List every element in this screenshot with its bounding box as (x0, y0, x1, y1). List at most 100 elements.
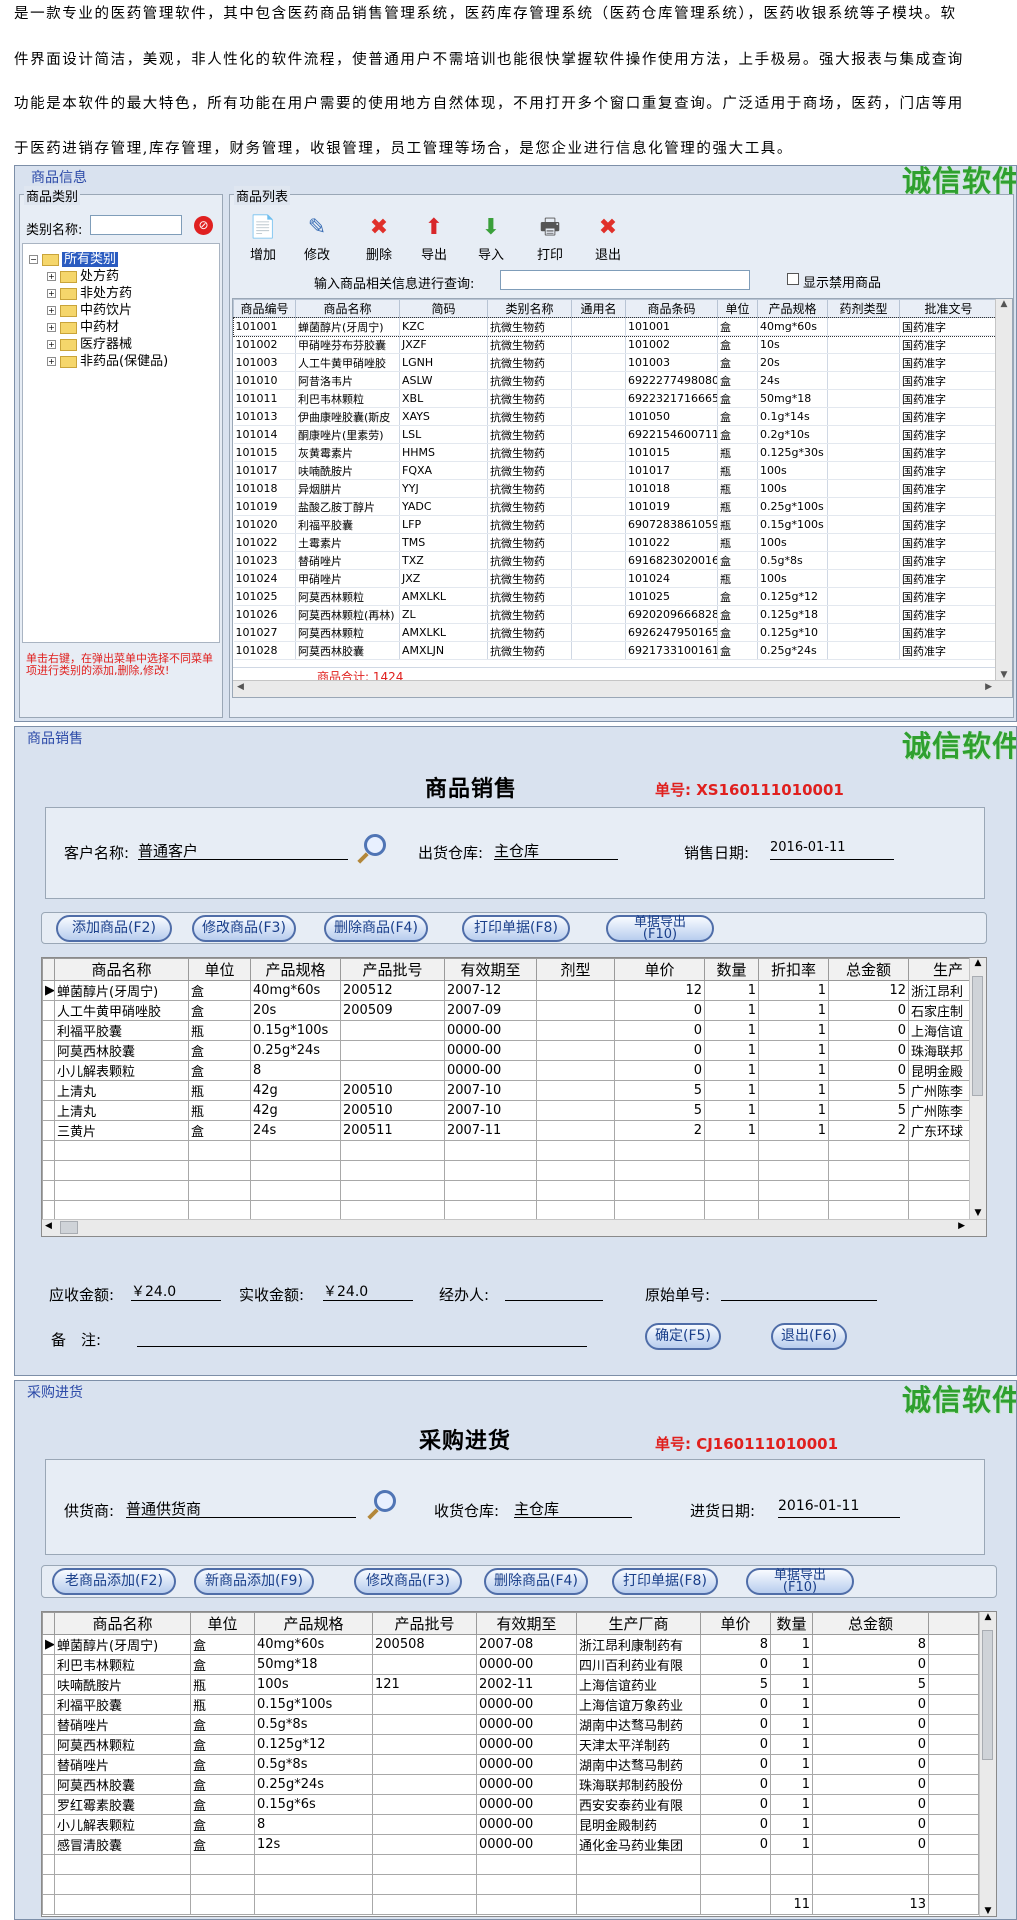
table-row[interactable]: 人工牛黄甲硝唑胶盒 20s 200509 2007-09 0 1 1 0 石家庄制 (42, 1000, 986, 1021)
table-cell[interactable] (536, 1080, 615, 1101)
table-cell[interactable]: 1 (770, 1694, 813, 1715)
supplier-input[interactable]: 普通供货商 (126, 1498, 356, 1518)
receive-warehouse-input[interactable]: 主仓库 (514, 1498, 632, 1518)
table-cell[interactable]: 瓶 (190, 1674, 255, 1695)
table-cell[interactable]: 1 (704, 1060, 759, 1081)
table-cell[interactable]: 2007-10 (444, 1080, 537, 1101)
table-cell[interactable]: 200512 (340, 980, 445, 1001)
table-cell[interactable] (372, 1714, 477, 1735)
search-icon[interactable] (374, 1490, 396, 1512)
scroll-up-icon[interactable]: ▲ (970, 958, 986, 968)
remark-input[interactable] (137, 1327, 587, 1347)
table-cell[interactable]: 0.15g*100s (254, 1694, 373, 1715)
received-input[interactable]: ￥24.0 (323, 1281, 413, 1301)
table-cell[interactable]: 瓶 (190, 1694, 255, 1715)
table-cell[interactable]: 盒 (188, 1060, 251, 1081)
table-cell[interactable]: 0.15g*6s (254, 1794, 373, 1815)
delete-goods-button[interactable]: 删除商品(F4) (324, 915, 428, 942)
table-cell[interactable]: 0 (614, 1000, 705, 1021)
table-cell[interactable]: 通化金马药业集团 (576, 1834, 701, 1855)
table-row[interactable]: 101024 甲硝唑片 JXZ 抗微生物药 101024 瓶 100s 国药准字 (233, 569, 998, 588)
table-row[interactable]: 上清丸瓶 42g 200510 2007-10 5 1 1 5 广州陈李 (42, 1080, 986, 1101)
table-cell[interactable]: 阿莫西林胶囊 (54, 1774, 191, 1795)
column-header[interactable]: 商品名称 (54, 958, 189, 981)
column-header[interactable]: 商品编号 (233, 299, 296, 318)
table-cell[interactable] (536, 1100, 615, 1121)
table-cell[interactable]: 1 (770, 1714, 813, 1735)
table-row[interactable]: 101010 阿昔洛韦片 ASLW 抗微生物药 6922277498080 盒 24s 国药准… (233, 371, 998, 390)
add-old-goods-button[interactable]: 老商品添加(F2) (52, 1568, 176, 1595)
table-row[interactable]: 罗红霉素胶囊盒 0.15g*6s 0000-00 西安安泰药业有限 0 1 0 (42, 1794, 979, 1815)
table-cell[interactable]: 1 (704, 1000, 759, 1021)
table-cell[interactable]: 12 (828, 980, 909, 1001)
table-cell[interactable]: 1 (770, 1734, 813, 1755)
edit-goods-button[interactable]: 修改商品(F3) (354, 1568, 462, 1595)
table-cell[interactable]: 0000-00 (476, 1834, 577, 1855)
print-button[interactable]: 打印单据(F8) (462, 915, 570, 942)
table-cell[interactable]: 1 (770, 1794, 813, 1815)
table-cell[interactable]: 盒 (190, 1734, 255, 1755)
table-row[interactable]: 101003 人工牛黄甲硝唑胶 LGNH 抗微生物药 101003 盒 20s 国药准字 (233, 353, 998, 372)
origin-order-input[interactable] (721, 1281, 877, 1301)
sales-vertical-scrollbar[interactable]: ▲ ▼ (969, 958, 986, 1220)
table-cell[interactable]: 0 (700, 1834, 771, 1855)
table-cell[interactable]: 0 (828, 1060, 909, 1081)
table-cell[interactable]: 2007-12 (444, 980, 537, 1001)
toolbar-button-delete[interactable]: ✖ 删除 (350, 215, 408, 263)
table-cell[interactable]: 1 (770, 1754, 813, 1775)
column-header[interactable]: 批准文号 (899, 299, 998, 318)
table-cell[interactable]: 200510 (340, 1100, 445, 1121)
table-row[interactable]: 101017 呋喃酰胺片 FQXA 抗微生物药 101017 瓶 100s 国药准字 (233, 461, 998, 480)
edit-goods-button[interactable]: 修改商品(F3) (192, 915, 296, 942)
column-header[interactable]: 单位 (190, 1612, 255, 1635)
table-cell[interactable] (372, 1654, 477, 1675)
table-cell[interactable]: 0 (812, 1694, 929, 1715)
column-header[interactable]: 有效期至 (476, 1612, 577, 1635)
column-header[interactable]: 折扣率 (758, 958, 829, 981)
column-header[interactable]: 简码 (399, 299, 488, 318)
column-header[interactable]: 总金额 (812, 1612, 929, 1635)
column-header[interactable]: 单价 (614, 958, 705, 981)
table-row[interactable]: ▶ 蝉菌醇片(牙周宁) 盒 40mg*60s 200508 2007-08 浙江昂利康制药有… (42, 1634, 979, 1655)
table-cell[interactable]: 1 (758, 1020, 829, 1041)
table-cell[interactable]: 盒 (190, 1814, 255, 1835)
column-header[interactable]: 单位 (188, 958, 251, 981)
purchase-date-input[interactable]: 2016-01-11 (778, 1498, 900, 1518)
table-cell[interactable]: 1 (758, 1080, 829, 1101)
column-header[interactable]: 商品名称 (295, 299, 400, 318)
column-header[interactable]: 产品批号 (372, 1612, 477, 1635)
table-cell[interactable]: 0 (700, 1694, 771, 1715)
table-cell[interactable]: 人工牛黄甲硝唑胶 (54, 1000, 189, 1021)
table-cell[interactable]: 5 (828, 1080, 909, 1101)
table-row[interactable]: 101022 土霉素片 TMS 抗微生物药 101022 瓶 100s 国药准字 (233, 533, 998, 552)
column-header[interactable]: 数量 (770, 1612, 813, 1635)
table-cell[interactable]: 200508 (372, 1634, 477, 1655)
customer-input[interactable]: 普通客户 (138, 840, 348, 860)
table-cell[interactable]: 利福平胶囊 (54, 1694, 191, 1715)
table-cell[interactable]: 0000-00 (444, 1020, 537, 1041)
table-cell[interactable]: 0 (700, 1654, 771, 1675)
table-cell[interactable]: 利巴韦林颗粒 (54, 1654, 191, 1675)
table-row[interactable]: 呋喃酰胺片瓶 100s 121 2002-11 上海信谊药业 5 1 5 (42, 1674, 979, 1695)
table-cell[interactable]: 0 (614, 1040, 705, 1061)
show-disabled-checkbox[interactable] (787, 273, 799, 285)
table-cell[interactable]: 0000-00 (476, 1774, 577, 1795)
table-cell[interactable]: 1 (704, 1020, 759, 1041)
table-cell[interactable]: 盒 (188, 980, 251, 1001)
table-row[interactable]: 101011 利巴韦林颗粒 XBL 抗微生物药 6922321716665 盒 50mg*1… (233, 389, 998, 408)
table-cell[interactable]: 0 (700, 1714, 771, 1735)
column-header[interactable]: 药剂类型 (827, 299, 900, 318)
table-row[interactable]: 101018 异烟肼片 YYJ 抗微生物药 101018 瓶 100s 国药准字 (233, 479, 998, 498)
table-cell[interactable]: 盒 (190, 1714, 255, 1735)
sales-date-input[interactable]: 2016-01-11 (770, 840, 894, 860)
table-cell[interactable]: 瓶 (188, 1080, 251, 1101)
toolbar-button-printer[interactable]: 🖶 打印 (521, 215, 579, 263)
table-cell[interactable]: 121 (372, 1674, 477, 1695)
table-row[interactable]: 101001 蝉菌醇片(牙周宁) KZC 抗微生物药 101001 盒 40mg*60s 国药… (233, 316, 999, 337)
column-header[interactable]: 单价 (700, 1612, 771, 1635)
goods-vertical-scrollbar[interactable]: ▲ ▼ (995, 299, 1012, 682)
table-cell[interactable]: 上海信谊药业 (576, 1674, 701, 1695)
table-cell[interactable]: 2007-09 (444, 1000, 537, 1021)
table-cell[interactable]: 昆明金殿制药 (576, 1814, 701, 1835)
delete-goods-button[interactable]: 删除商品(F4) (484, 1568, 588, 1595)
